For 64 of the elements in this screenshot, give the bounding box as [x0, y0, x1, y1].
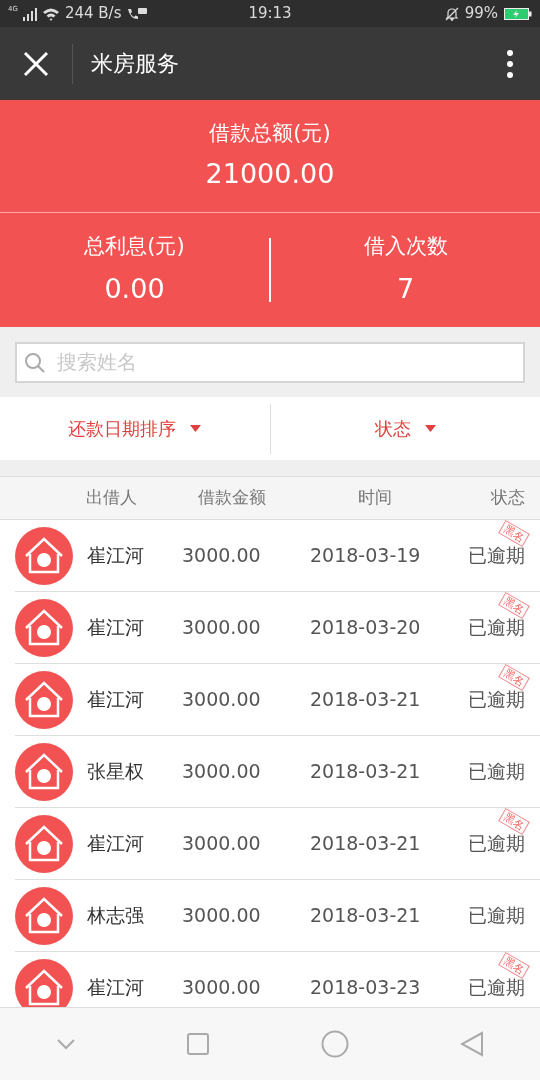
loan-date: 2018-03-21 [310, 687, 422, 713]
loan-date: 2018-03-21 [310, 903, 422, 929]
house-yen-icon [15, 742, 73, 801]
phone-hd-icon [126, 6, 149, 21]
blacklist-stamp: 黑名 [498, 808, 530, 835]
caret-icon [424, 425, 436, 432]
battery-percent: 99% [464, 3, 498, 25]
more-icon [506, 48, 514, 79]
house-yen-icon [15, 526, 73, 585]
lender-name: 崔江河 [86, 831, 145, 857]
column-header: 状态 [490, 486, 526, 510]
loan-status: 已逾期 [467, 759, 526, 785]
blacklist-stamp: 黑名 [498, 952, 530, 979]
window-title: 米房服务 [90, 50, 180, 78]
back-icon[interactable] [460, 1031, 485, 1057]
count-value: 7 [396, 271, 415, 306]
loan-amount: 3000.00 [181, 687, 262, 713]
blacklist-stamp: 黑名 [498, 592, 530, 619]
filter-dropdown[interactable]: 还款日期排序 [0, 397, 270, 460]
network-speed: 244 B/s [64, 3, 122, 25]
house-yen-icon [15, 670, 73, 729]
total-label: 借款总额(元) [209, 120, 331, 147]
lender-name: 张星权 [86, 759, 145, 785]
column-header: 时间 [357, 486, 393, 510]
lender-name: 崔江河 [86, 615, 145, 641]
loan-amount: 3000.00 [181, 975, 262, 1001]
lender-name: 林志强 [86, 903, 145, 929]
loan-status: 已逾期 [467, 903, 526, 929]
house-yen-icon [15, 886, 73, 945]
blacklist-stamp: 黑名 [498, 664, 530, 691]
loan-amount: 3000.00 [181, 903, 262, 929]
interest-label: 总利息(元) [84, 233, 185, 260]
house-yen-icon [15, 814, 73, 873]
loan-date: 2018-03-20 [310, 615, 422, 641]
loan-amount: 3000.00 [181, 543, 262, 569]
loan-amount: 3000.00 [181, 831, 262, 857]
recent-apps-icon[interactable] [187, 1033, 210, 1055]
filter-dropdown[interactable]: 状态 [270, 397, 540, 460]
signal-icon [22, 6, 37, 21]
loan-date: 2018-03-23 [310, 975, 422, 1001]
wifi-icon [41, 6, 60, 21]
lender-name: 崔江河 [86, 543, 145, 569]
blacklist-stamp: 黑名 [498, 520, 530, 547]
house-yen-icon [15, 598, 73, 657]
search-icon [24, 351, 46, 374]
loan-date: 2018-03-21 [310, 759, 422, 785]
loan-amount: 3000.00 [181, 615, 262, 641]
chevron-down-icon[interactable] [55, 1038, 76, 1050]
battery-icon [504, 6, 532, 21]
count-label: 借入次数 [363, 233, 448, 260]
close-icon [23, 50, 49, 77]
total-value: 21000.00 [205, 156, 335, 191]
caret-icon [190, 425, 202, 432]
clock: 19:13 [247, 3, 293, 25]
home-icon[interactable] [320, 1030, 349, 1058]
lender-name: 崔江河 [86, 975, 145, 1001]
loan-date: 2018-03-19 [310, 543, 422, 569]
loan-amount: 3000.00 [181, 759, 262, 785]
mute-icon [444, 6, 459, 21]
column-header: 借款金额 [197, 486, 267, 510]
interest-value: 0.00 [104, 271, 165, 306]
loan-date: 2018-03-21 [310, 831, 422, 857]
lender-name: 崔江河 [86, 687, 145, 713]
column-header: 出借人 [85, 486, 138, 510]
